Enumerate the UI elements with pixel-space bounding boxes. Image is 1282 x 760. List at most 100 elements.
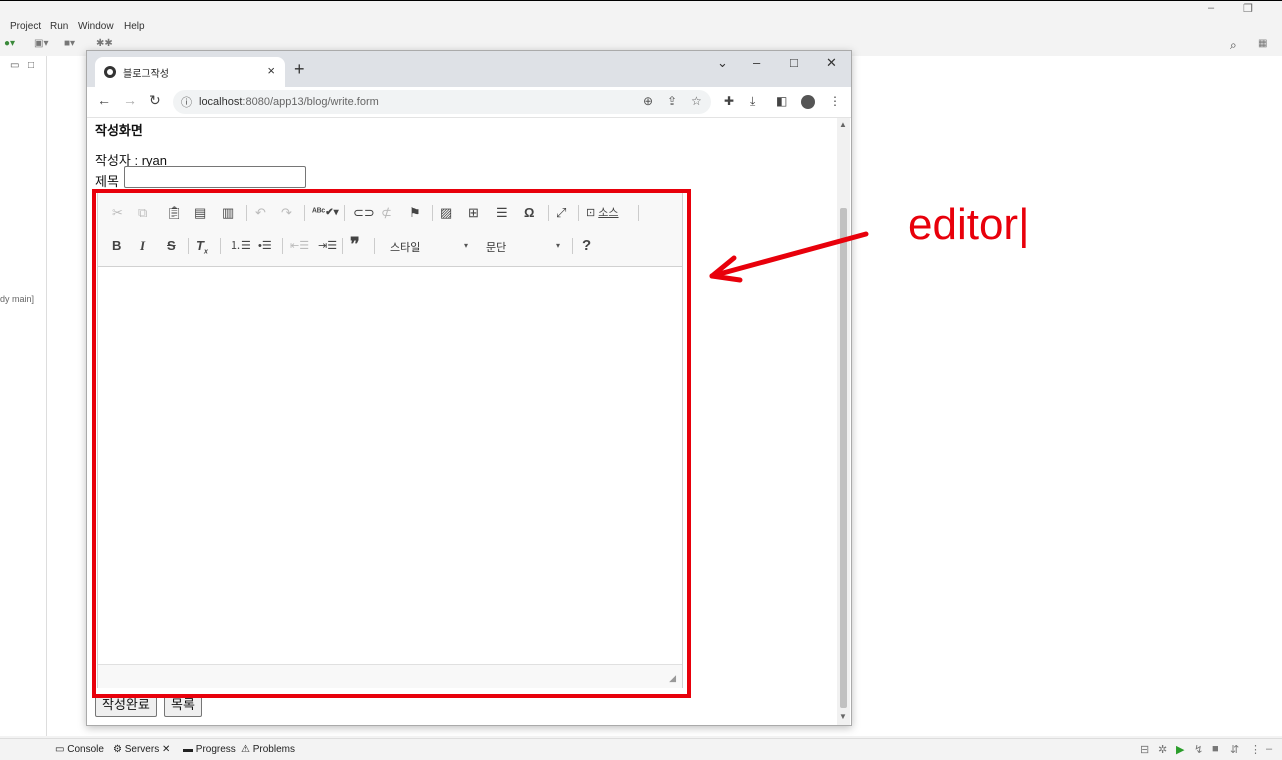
remove-format-icon[interactable]: Tx	[196, 238, 208, 261]
browser-close-icon[interactable]: ✕	[826, 55, 837, 71]
paste-word-icon[interactable]: ▥	[222, 205, 234, 221]
server-collapse-icon[interactable]: ⊟	[1140, 743, 1149, 756]
ide-restore-icon[interactable]: ❐	[1243, 2, 1253, 15]
spellcheck-icon[interactable]: ᴬᴮᶜ✔▾	[312, 205, 339, 221]
view-minimize-icon[interactable]: –	[1266, 743, 1272, 755]
bulleted-list-icon[interactable]: •☰	[258, 238, 272, 254]
tab-search-icon[interactable]: ⌄	[717, 55, 728, 71]
page-scrollbar[interactable]: ▲ ▼	[837, 118, 850, 725]
share-icon[interactable]: ⇪	[667, 94, 677, 108]
extensions-icon[interactable]: ✚	[724, 94, 734, 108]
left-panel-maximize-icon[interactable]: □	[28, 60, 34, 71]
view-menu-icon[interactable]: ⋮	[1250, 743, 1261, 756]
paste-text-icon[interactable]: ▤	[194, 205, 206, 221]
style-combo[interactable]: 스타일 ▾	[390, 239, 472, 255]
indent-icon[interactable]: ⇥☰	[318, 238, 337, 254]
forward-icon[interactable]: →	[123, 92, 137, 108]
bookmark-star-icon[interactable]: ☆	[691, 94, 702, 108]
italic-icon[interactable]: I	[140, 238, 145, 254]
bold-icon[interactable]: B	[112, 238, 121, 254]
tab-problems-label: Problems	[252, 744, 295, 755]
unlink-icon[interactable]: ⊄	[381, 205, 392, 221]
new-tab-icon[interactable]: +	[294, 59, 305, 80]
toolbar-separator	[344, 205, 345, 221]
browser-tab-title: 블로그작성	[123, 69, 169, 80]
download-icon[interactable]: ⤓	[750, 94, 755, 109]
toolbar-separator	[374, 238, 375, 254]
submit-button[interactable]: 작성완료	[95, 695, 157, 717]
tab-console[interactable]: ▭ Console	[55, 744, 104, 755]
format-combo[interactable]: 문단 ▾	[486, 239, 568, 255]
redo-icon[interactable]: ↷	[281, 205, 292, 221]
toolbar-separator	[342, 238, 343, 254]
tab-progress-label: Progress	[195, 744, 236, 755]
source-doc-icon: ⊡	[586, 207, 596, 219]
tab-progress[interactable]: ▬ Progress	[183, 744, 236, 755]
ide-left-panel: ▭ □ dy main]	[0, 56, 47, 736]
undo-icon[interactable]: ↶	[255, 205, 266, 221]
browser-maximize-icon[interactable]: □	[790, 55, 798, 70]
tab-servers[interactable]: ⚙ Servers ✕	[113, 744, 170, 755]
blockquote-icon[interactable]: ❞	[350, 235, 360, 253]
side-panel-icon[interactable]: ◧	[776, 94, 787, 108]
horizontal-line-icon[interactable]: ☰	[496, 205, 508, 221]
server-publish-icon[interactable]: ⇵	[1230, 743, 1239, 756]
menu-project[interactable]: Project	[10, 21, 41, 32]
image-icon[interactable]: ▨	[440, 205, 452, 221]
strike-icon[interactable]: S	[167, 238, 176, 254]
scroll-down-icon[interactable]: ▼	[839, 712, 847, 721]
globe-icon	[104, 66, 116, 78]
browser-toolbar: ← → ↻ ⓘ localhost:8080/app13/blog/write.…	[87, 87, 851, 118]
ide-minimize-icon[interactable]: –	[1208, 2, 1214, 14]
tab-close-icon[interactable]: ×	[267, 63, 275, 78]
tab-problems[interactable]: ⚠ Problems	[241, 744, 295, 755]
server-start-icon[interactable]: ▶	[1176, 743, 1184, 756]
server-debug-icon[interactable]: ✲	[1158, 743, 1167, 756]
outdent-icon[interactable]: ⇤☰	[290, 238, 309, 254]
editor-bottom-bar: ◢	[98, 664, 682, 688]
ide-new-icon[interactable]: ●▾	[4, 38, 15, 49]
ide-save-icon[interactable]: ▣▾	[34, 38, 48, 49]
ide-search-icon[interactable]: ⌕	[1230, 38, 1237, 53]
source-label: 소스	[598, 207, 619, 219]
table-icon[interactable]: ⊞	[468, 205, 479, 221]
address-bar[interactable]: ⓘ localhost:8080/app13/blog/write.form ⊕…	[173, 90, 711, 114]
reload-icon[interactable]: ↻	[149, 92, 161, 109]
server-stop-icon[interactable]: ■	[1212, 743, 1219, 755]
browser-minimize-icon[interactable]: –	[753, 55, 760, 70]
special-char-icon[interactable]: Ω	[524, 205, 534, 221]
resize-handle-icon[interactable]: ◢	[669, 673, 676, 684]
menu-help[interactable]: Help	[124, 21, 145, 32]
menu-window[interactable]: Window	[78, 21, 114, 32]
left-panel-minimize-icon[interactable]: ▭	[10, 60, 19, 71]
paste-icon[interactable]: 📋︎	[166, 205, 183, 221]
ide-debug-icon[interactable]: ✱✱	[96, 38, 113, 49]
back-icon[interactable]: ←	[97, 92, 111, 108]
ide-perspective-icon[interactable]: ▦	[1258, 38, 1267, 49]
browser-tabstrip: 블로그작성 × + ⌄ – □ ✕	[87, 51, 851, 87]
cut-icon[interactable]: ✂	[112, 205, 123, 221]
annotation-arrow-icon	[709, 231, 869, 283]
server-profile-icon[interactable]: ↯	[1194, 743, 1203, 756]
browser-tab[interactable]: 블로그작성 ×	[95, 57, 285, 87]
anchor-flag-icon[interactable]: ⚑	[409, 205, 421, 221]
copy-icon[interactable]: ⧉	[138, 205, 147, 221]
numbered-list-icon[interactable]: ⒈☰	[230, 238, 251, 254]
scroll-up-icon[interactable]: ▲	[839, 120, 847, 129]
address-url: localhost:8080/app13/blog/write.form	[199, 96, 379, 108]
style-combo-arrow-icon: ▾	[464, 241, 469, 250]
help-icon[interactable]: ?	[582, 238, 591, 254]
toolbar-separator	[548, 205, 549, 221]
subject-input[interactable]	[124, 166, 306, 188]
site-info-icon[interactable]: ⓘ	[181, 94, 192, 110]
source-button[interactable]: ⊡ 소스	[586, 205, 619, 221]
maximize-icon[interactable]: ⤢	[556, 205, 566, 221]
profile-avatar-icon[interactable]	[801, 95, 815, 109]
editor-content-area[interactable]	[98, 267, 682, 664]
zoom-icon[interactable]: ⊕	[643, 94, 653, 108]
link-icon[interactable]: ⊂⊃	[353, 205, 375, 221]
menu-run[interactable]: Run	[50, 21, 68, 32]
ide-run-icon[interactable]: ■▾	[64, 38, 75, 49]
list-button[interactable]: 목록	[164, 695, 202, 717]
browser-menu-icon[interactable]: ⋮	[829, 94, 841, 108]
